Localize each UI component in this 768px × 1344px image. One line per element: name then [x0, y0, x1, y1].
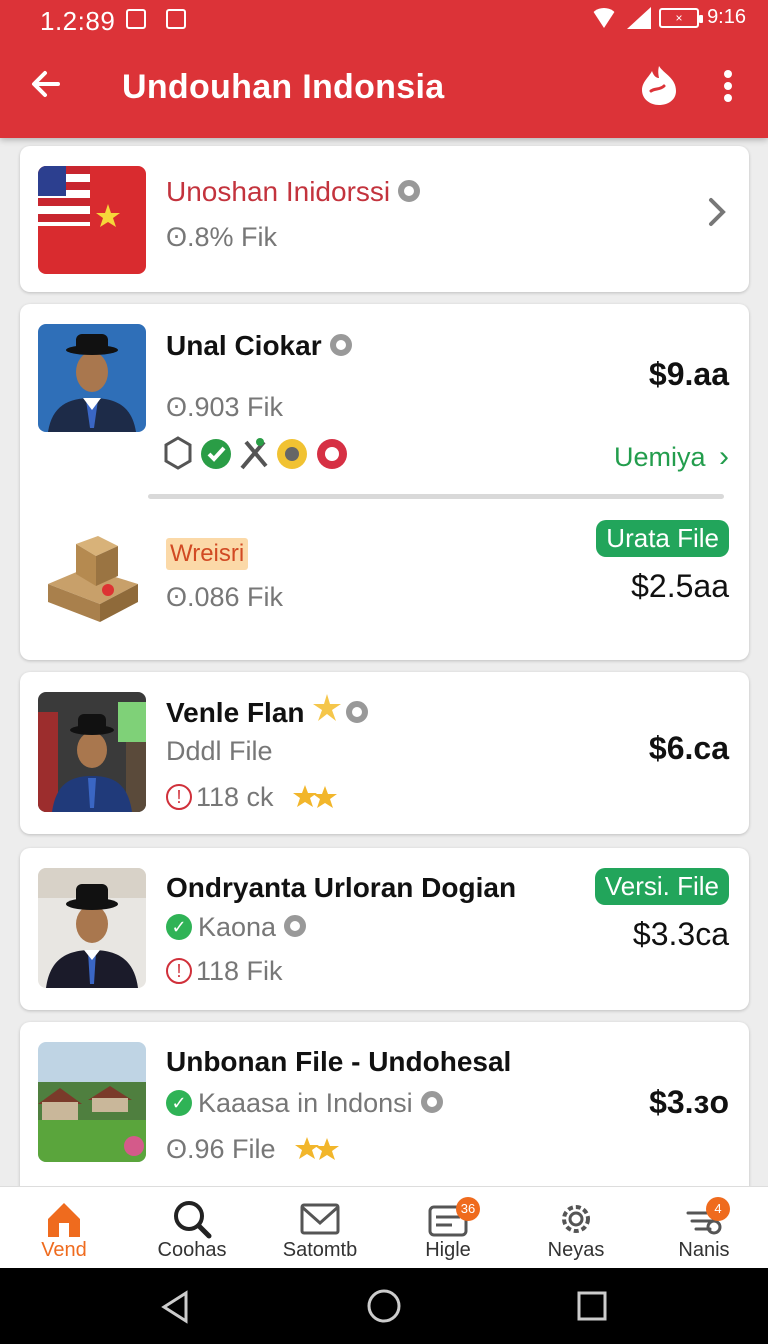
package-icon	[42, 524, 146, 628]
settings-gear-icon	[284, 914, 307, 937]
mail-icon	[300, 1199, 340, 1239]
battery-text: 9:16	[707, 6, 746, 28]
notification-badge: 36	[456, 1197, 480, 1221]
price: $3.зo	[649, 1084, 729, 1120]
home-icon	[44, 1199, 84, 1239]
search-icon	[172, 1199, 212, 1239]
system-navigation-bar	[0, 1268, 768, 1344]
card-meta: ! 118 ck	[166, 782, 347, 813]
card-title: Unbonan File - Undohesal	[166, 1046, 512, 1077]
avatar	[38, 692, 146, 812]
file-type-badge: Versi. File	[594, 868, 729, 905]
top-bar: 1.2:89 × 9:16 Undouhan Indonsia	[0, 0, 768, 138]
notification-badge: 4	[706, 1197, 730, 1221]
settings-gear-icon	[398, 179, 421, 202]
nav-item-coohas[interactable]: Coohas	[128, 1187, 256, 1269]
divider	[148, 494, 724, 499]
sim-icon	[166, 9, 186, 29]
nav-item-neyas[interactable]: Neyas	[512, 1187, 640, 1269]
alert-icon: !	[166, 783, 192, 810]
more-options-icon[interactable]	[720, 70, 736, 106]
sparkle-icon	[312, 693, 342, 730]
card-title: Unoshan Inidorssi	[166, 176, 421, 208]
bookmark-icon	[126, 9, 146, 29]
recent-apps-icon[interactable]	[576, 1290, 608, 1327]
uemiya-link[interactable]: Uemiya ›	[614, 440, 729, 474]
list-item-unbonan[interactable]: Unbonan File - Undohesal ✓ Kaaasa in Indo…	[20, 1022, 749, 1186]
flag-thumbnail	[38, 166, 146, 274]
app-bar: Undouhan Indonsia	[0, 42, 768, 138]
list-item-ondryanta[interactable]: Ondryanta Urloran Dogian ✓ Kaona ! 118 Fik…	[20, 848, 749, 1010]
flame-icon[interactable]	[640, 64, 678, 106]
card-title: Ondryanta Urloran Dogian	[166, 872, 517, 903]
nav-item-nanis[interactable]: 4 Nanis	[640, 1187, 768, 1269]
card-subtitle: ✓ Kaaasa in Indonsi	[166, 1088, 443, 1119]
price: $6.ca	[648, 730, 729, 766]
alert-icon: !	[166, 957, 192, 984]
settings-gear-icon	[420, 1090, 443, 1113]
verified-check-icon: ✓	[166, 1089, 192, 1116]
price: $2.5aa	[631, 568, 729, 604]
card-title: Venle Flan	[166, 693, 369, 733]
chevron-right-icon: ›	[719, 440, 729, 473]
content-list: Unoshan Inidorssi ʘ.8% Fik Unal Ciokar ʘ…	[0, 138, 768, 1186]
back-arrow-icon[interactable]	[28, 66, 64, 102]
status-indicators: × 9:16	[591, 6, 746, 29]
price: $3.3ca	[632, 916, 729, 952]
wifi-icon	[591, 7, 618, 28]
star-rating-icon	[293, 1136, 349, 1162]
gear-icon	[556, 1199, 596, 1239]
file-type-badge: Urata File	[596, 520, 729, 557]
card-subtitle: ✓ Kaona	[166, 912, 307, 943]
status-bar: 1.2:89 × 9:16	[0, 0, 768, 42]
card-meta: ʘ.96 File	[166, 1134, 349, 1165]
card-subtitle: ʘ.8% Fik	[166, 222, 278, 252]
card-subtitle: ʘ.086 Fik	[166, 582, 284, 612]
verified-check-icon: ✓	[166, 913, 192, 940]
price: $9.aa	[648, 356, 729, 392]
card-meta: ! 118 Fik	[166, 956, 283, 987]
status-badge: Wreisri	[166, 538, 249, 570]
nav-item-higle[interactable]: 36 Higle	[384, 1187, 512, 1269]
card-title: Unal Ciokar	[166, 330, 352, 362]
avatar	[38, 868, 146, 988]
back-triangle-icon[interactable]	[160, 1290, 192, 1329]
thumbnail-image	[38, 1042, 146, 1162]
battery-icon: ×	[659, 7, 704, 28]
list-item-flag[interactable]: Unoshan Inidorssi ʘ.8% Fik	[20, 146, 749, 292]
screen: 1.2:89 × 9:16 Undouhan Indonsia Unoshan …	[0, 0, 768, 1344]
home-circle-icon[interactable]	[366, 1288, 402, 1329]
nav-item-satomtb[interactable]: Satomtb	[256, 1187, 384, 1269]
list-item-venle[interactable]: Venle Flan Dddl File ! 118 ck $6.ca	[20, 672, 749, 834]
page-title: Undouhan Indonsia	[122, 68, 445, 106]
bottom-navigation: Vend Coohas Satomtb 36 Higle Neyas 4 Nan…	[0, 1186, 768, 1268]
settings-gear-icon	[329, 333, 352, 356]
status-time: 1.2:89	[40, 6, 116, 36]
chevron-right-icon[interactable]	[707, 196, 727, 233]
card-subtitle: Dddl File	[166, 736, 273, 766]
star-rating-icon	[291, 784, 347, 810]
card-subtitle: ʘ.903 Fik	[166, 392, 284, 422]
signal-icon	[625, 6, 652, 29]
settings-gear-icon	[346, 700, 369, 723]
nav-item-vend[interactable]: Vend	[0, 1187, 128, 1269]
avatar	[38, 324, 146, 432]
badge-icons	[164, 436, 354, 472]
list-item-profile[interactable]: Unal Ciokar ʘ.903 Fik $9.aa Uemiya › Wre…	[20, 304, 749, 660]
